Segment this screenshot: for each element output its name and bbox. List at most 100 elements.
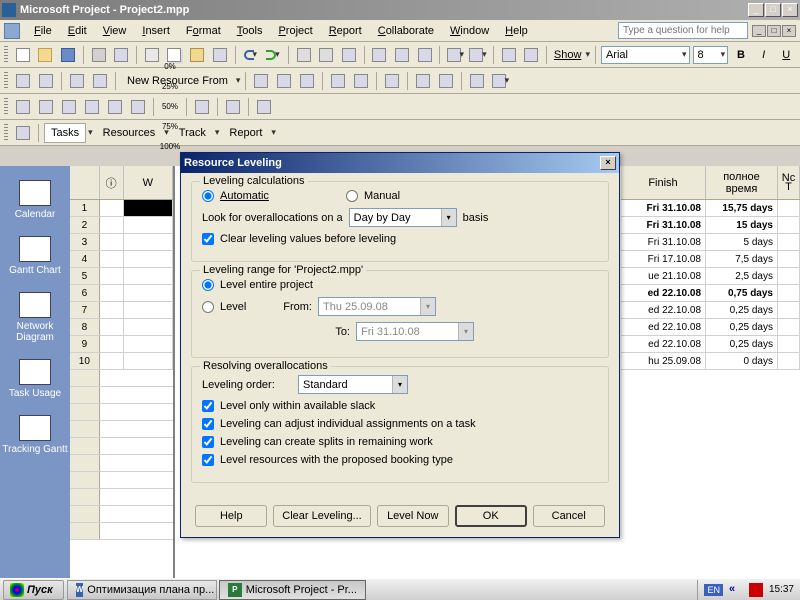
nc-col-header[interactable]: Nc T — [781, 174, 796, 192]
menu-project[interactable]: Project — [270, 23, 320, 39]
clear-values-checkbox[interactable] — [202, 233, 214, 245]
duration-cell[interactable]: 0 days — [706, 353, 778, 369]
row-header[interactable] — [70, 472, 100, 488]
menu-collaborate[interactable]: Collaborate — [370, 23, 442, 39]
row-header[interactable]: 10 — [70, 353, 100, 369]
notes-button[interactable] — [392, 45, 412, 65]
resources-tab[interactable]: Resources — [96, 123, 163, 143]
guide-icon[interactable] — [13, 123, 33, 143]
tool-button[interactable] — [413, 71, 433, 91]
finish-cell[interactable]: ed 22.10.08 — [621, 285, 706, 301]
tool-button[interactable] — [436, 71, 456, 91]
tool-button[interactable] — [90, 71, 110, 91]
slack-checkbox[interactable] — [202, 400, 214, 412]
tool-button[interactable] — [351, 71, 371, 91]
adjust-checkbox[interactable] — [202, 418, 214, 430]
help-search[interactable] — [618, 22, 748, 39]
redo-button[interactable]: ▾ — [263, 45, 283, 65]
view-gantt-chart[interactable]: Gantt Chart — [0, 230, 70, 282]
undo-button[interactable]: ▾ — [241, 45, 261, 65]
open-button[interactable] — [36, 45, 56, 65]
ok-button[interactable]: OK — [455, 505, 527, 527]
minimize-button[interactable]: _ — [748, 3, 764, 17]
level-range-radio[interactable] — [202, 301, 214, 313]
link-tasks-button[interactable] — [294, 45, 314, 65]
row-header[interactable]: 5 — [70, 268, 100, 284]
toolbar-grip[interactable] — [4, 98, 8, 116]
menu-help[interactable]: Help — [497, 23, 536, 39]
close-button[interactable]: × — [782, 3, 798, 17]
publish-button[interactable]: ▾ — [445, 45, 465, 65]
tool-button[interactable] — [105, 97, 125, 117]
finish-cell[interactable]: Fri 31.10.08 — [621, 200, 706, 216]
tool-button[interactable]: ▾ — [490, 71, 510, 91]
level-now-button[interactable]: Level Now — [377, 505, 449, 527]
new-button[interactable] — [13, 45, 33, 65]
duration-cell[interactable]: 0,75 days — [706, 285, 778, 301]
duration-cell[interactable]: 5 days — [706, 234, 778, 250]
row-header[interactable]: 4 — [70, 251, 100, 267]
pct-50-button[interactable]: 50% — [159, 97, 181, 117]
font-size-combo[interactable]: 8 — [693, 46, 729, 64]
tool-button[interactable] — [128, 97, 148, 117]
view-tracking-gantt[interactable]: Tracking Gantt — [0, 409, 70, 461]
row-header[interactable] — [70, 387, 100, 403]
pct-25-button[interactable]: 25% — [159, 77, 181, 97]
toolbar-grip[interactable] — [4, 46, 8, 64]
restore-button[interactable]: □ — [765, 3, 781, 17]
menu-insert[interactable]: Insert — [134, 23, 178, 39]
tool-button[interactable] — [382, 71, 402, 91]
finish-cell[interactable]: Fri 31.10.08 — [621, 234, 706, 250]
menu-tools[interactable]: Tools — [229, 23, 271, 39]
taskbar-item-project[interactable]: PMicrosoft Project - Pr... — [219, 580, 366, 600]
assign-resources-button[interactable] — [415, 45, 435, 65]
finish-cell[interactable]: ed 22.10.08 — [621, 302, 706, 318]
finish-cell[interactable]: ue 21.10.08 — [621, 268, 706, 284]
tool-button[interactable] — [13, 71, 33, 91]
tool-button[interactable] — [67, 71, 87, 91]
zoom-out-button[interactable] — [521, 45, 541, 65]
tool-button[interactable] — [254, 97, 274, 117]
paste-button[interactable] — [187, 45, 207, 65]
print-button[interactable] — [89, 45, 109, 65]
booking-checkbox[interactable] — [202, 454, 214, 466]
info-col-header[interactable]: ⓘ — [106, 175, 117, 191]
splits-checkbox[interactable] — [202, 436, 214, 448]
mdi-close-button[interactable]: × — [782, 25, 796, 37]
to-date-combo[interactable]: Fri 31.10.08▾ — [356, 322, 474, 341]
tool-button[interactable] — [251, 71, 271, 91]
duration-cell[interactable]: 2,5 days — [706, 268, 778, 284]
group-button[interactable]: ▾ — [468, 45, 488, 65]
overallocation-basis-combo[interactable]: Day by Day▾ — [349, 208, 457, 227]
finish-cell[interactable]: Fri 31.10.08 — [621, 217, 706, 233]
tray-icon[interactable]: « — [729, 583, 743, 597]
tool-button[interactable] — [13, 97, 33, 117]
row-header[interactable] — [70, 421, 100, 437]
duration-cell[interactable]: 0,25 days — [706, 302, 778, 318]
help-button[interactable]: Help — [195, 505, 267, 527]
w-col-header[interactable]: W — [143, 177, 153, 189]
font-combo[interactable]: Arial — [601, 46, 690, 64]
clear-leveling-button[interactable]: Clear Leveling... — [273, 505, 371, 527]
show-label[interactable]: Show — [552, 49, 584, 61]
tool-button[interactable] — [36, 97, 56, 117]
split-task-button[interactable] — [339, 45, 359, 65]
dialog-close-button[interactable]: × — [600, 156, 616, 170]
row-header[interactable]: 8 — [70, 319, 100, 335]
view-network-diagram[interactable]: Network Diagram — [0, 286, 70, 349]
print-preview-button[interactable] — [111, 45, 131, 65]
finish-cell[interactable]: hu 25.09.08 — [621, 353, 706, 369]
start-button[interactable]: Пуск — [3, 580, 64, 600]
row-header[interactable]: 9 — [70, 336, 100, 352]
finish-cell[interactable]: ed 22.10.08 — [621, 336, 706, 352]
from-date-combo[interactable]: Thu 25.09.08▾ — [318, 297, 436, 316]
menu-report[interactable]: Report — [321, 23, 370, 39]
row-header[interactable] — [70, 455, 100, 471]
automatic-radio[interactable] — [202, 190, 214, 202]
dialog-title-bar[interactable]: Resource Leveling × — [181, 153, 619, 173]
bold-button[interactable]: B — [731, 45, 751, 65]
menu-window[interactable]: Window — [442, 23, 497, 39]
track-tab[interactable]: Track — [172, 123, 213, 143]
view-calendar[interactable]: Calendar — [0, 174, 70, 226]
row-header[interactable]: 1 — [70, 200, 100, 216]
